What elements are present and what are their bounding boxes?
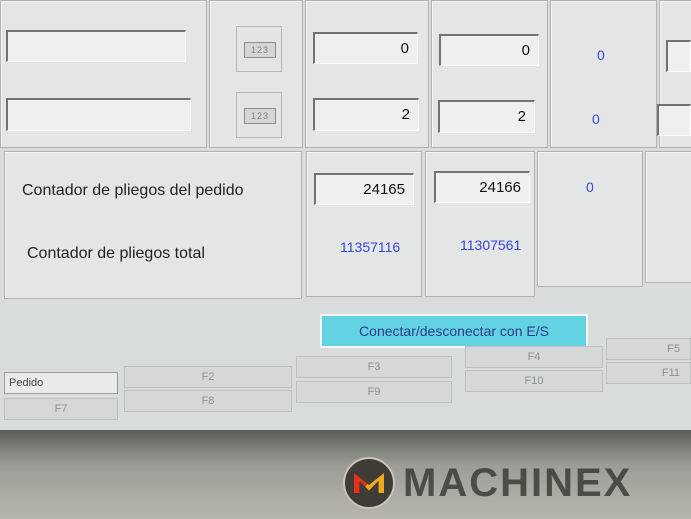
counters-label-panel <box>4 151 302 299</box>
order-counter-col3: 0 <box>586 179 594 195</box>
row1-calculator-button[interactable]: 123 <box>236 26 282 72</box>
f10-key[interactable]: F10 <box>465 370 603 392</box>
order-counter-label: Contador de pliegos del pedido <box>22 182 244 199</box>
row1-col4-field[interactable] <box>666 40 691 72</box>
watermark-text: MACHINEX <box>403 460 633 505</box>
row1-col3-value: 0 <box>597 47 605 63</box>
total-counter-col1: 11357116 <box>340 239 401 255</box>
row2-name-field[interactable] <box>6 98 191 131</box>
calculator-icon: 123 <box>244 108 276 124</box>
order-counter-col2[interactable]: 24166 <box>434 171 530 203</box>
row1-name-field[interactable] <box>6 30 186 62</box>
f7-key[interactable]: F7 <box>4 398 118 420</box>
machinex-logo-icon <box>343 457 395 509</box>
row2-col1-value[interactable]: 2 <box>313 98 419 131</box>
row2-col2-value[interactable]: 2 <box>438 100 535 133</box>
f9-key[interactable]: F9 <box>296 381 452 403</box>
calculator-icon: 123 <box>244 42 276 58</box>
total-counter-col2: 11307561 <box>460 237 522 253</box>
counters-col3-panel <box>537 151 643 287</box>
row2-col4-field[interactable] <box>657 104 691 136</box>
row2-calculator-button[interactable]: 123 <box>236 92 282 138</box>
connect-disconnect-button[interactable]: Conectar/desconectar con E/S <box>320 314 588 348</box>
row2-col3-value: 0 <box>592 111 600 127</box>
total-counter-label: Contador de pliegos total <box>27 245 205 262</box>
row1-col3-panel <box>550 0 657 148</box>
row1-col2-value[interactable]: 0 <box>439 34 539 66</box>
f2-key[interactable]: F2 <box>124 366 292 388</box>
f8-key[interactable]: F8 <box>124 390 292 412</box>
counters-col4-panel <box>645 151 691 283</box>
f5-key[interactable]: F5 <box>606 338 691 360</box>
row1-col1-value[interactable]: 0 <box>313 32 418 64</box>
f11-key[interactable]: F11 <box>606 362 691 384</box>
order-counter-col1[interactable]: 24165 <box>314 173 414 205</box>
f3-key[interactable]: F3 <box>296 356 452 378</box>
pedido-key[interactable]: Pedido <box>4 372 118 394</box>
f4-key[interactable]: F4 <box>465 346 603 368</box>
machinex-watermark: MACHINEX <box>343 457 632 509</box>
hmi-screen: 123 0 0 0 123 2 2 0 Contador de pliegos … <box>0 0 691 430</box>
